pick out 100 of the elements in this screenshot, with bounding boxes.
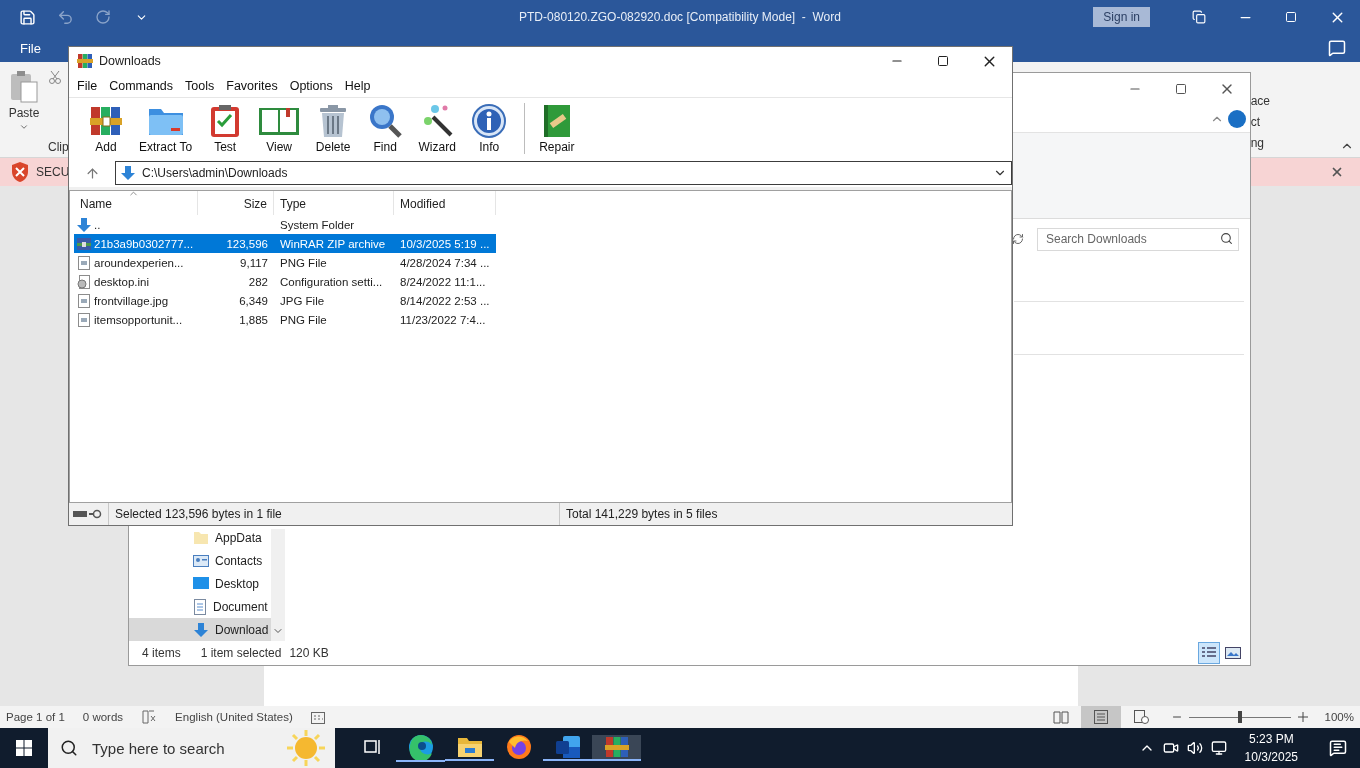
file-type: PNG File <box>279 255 328 271</box>
scrollbar[interactable] <box>271 529 285 641</box>
path-field[interactable]: C:\Users\admin\Downloads <box>115 161 1012 185</box>
nav-item[interactable]: AppData <box>129 526 271 549</box>
file-modified: 11/23/2022 7:4... <box>399 312 487 328</box>
document-icon <box>193 598 207 615</box>
nav-item[interactable]: Desktop <box>129 572 271 595</box>
security-warning-label: SECU <box>36 165 70 179</box>
magnifier-icon <box>367 103 404 139</box>
ribbon-label: ng <box>1250 136 1266 150</box>
file-type: PNG File <box>279 312 328 328</box>
proofing-icon <box>141 710 158 724</box>
file-modified: 8/24/2022 11:1... <box>399 274 487 290</box>
file-type: JPG File <box>279 293 326 309</box>
windows-logo-icon <box>16 740 32 756</box>
file-modified: 10/3/2025 5:19 ... <box>394 234 496 253</box>
volume-icon[interactable] <box>1186 740 1203 756</box>
contact-card-icon <box>193 554 209 567</box>
file-icon <box>76 311 92 328</box>
file-size: 123,596 <box>198 234 274 253</box>
details-view-icon <box>1201 646 1217 660</box>
file-name[interactable]: 21b3a9b0302777... <box>74 234 198 253</box>
file-size: 6,349 <box>238 293 269 309</box>
taskbar-app[interactable] <box>396 734 445 762</box>
menu-item[interactable]: Commands <box>103 77 180 95</box>
toolbar-button[interactable]: Extract To <box>133 103 199 154</box>
open-book-icon <box>1052 710 1069 724</box>
file-name[interactable]: itemsopportunit... <box>74 310 198 329</box>
ribbon-label: ct <box>1250 115 1261 129</box>
nav-item[interactable]: Document <box>129 595 271 618</box>
clipboard-icon <box>9 70 39 104</box>
trash-icon <box>318 103 349 139</box>
file-modified: 4/28/2024 7:34 ... <box>399 255 491 271</box>
slider-thumb[interactable] <box>1237 711 1242 723</box>
file-name[interactable]: frontvillage.jpg <box>74 291 198 310</box>
file-name[interactable]: aroundexperien... <box>74 253 198 272</box>
large-icons-view-icon <box>1225 647 1241 659</box>
word-count: 0 words <box>82 711 124 723</box>
file-name[interactable]: .. <box>74 215 198 234</box>
toolbar-button[interactable]: Test <box>200 103 251 154</box>
menu-item[interactable]: Favorites <box>220 77 284 95</box>
view-button[interactable] <box>1080 706 1121 728</box>
view-button[interactable] <box>1198 642 1220 664</box>
caret-icon <box>19 122 29 132</box>
scissors-icon <box>48 70 62 84</box>
folder-icon <box>193 530 209 545</box>
archive-icon <box>76 235 92 252</box>
sign-in-button[interactable]: Sign in <box>1093 7 1150 27</box>
file-icon <box>76 292 92 309</box>
word-icon <box>554 735 581 759</box>
menu-item[interactable]: File <box>71 77 104 95</box>
download-icon <box>193 621 209 638</box>
toolbar-button[interactable]: Add <box>81 103 131 154</box>
file-size: 282 <box>247 274 269 290</box>
zoom-in-icon[interactable] <box>1296 711 1309 723</box>
item-count: 4 items <box>142 646 181 660</box>
page-count: Page 1 of 1 <box>6 711 65 723</box>
language-label[interactable]: English (United States) <box>175 711 293 723</box>
menu-item[interactable]: Help <box>338 77 377 95</box>
toolbar-button[interactable]: Delete <box>308 103 359 154</box>
macro-icon <box>310 710 325 724</box>
menu-item[interactable]: Options <box>283 77 339 95</box>
web-page-icon <box>1132 710 1149 724</box>
group-label: Clip <box>48 140 69 154</box>
paste-label[interactable]: Paste <box>8 106 40 120</box>
search-icon <box>60 739 78 757</box>
file-type: Configuration setti... <box>279 274 384 290</box>
books-icon <box>77 53 93 69</box>
window-title: Downloads <box>99 54 161 68</box>
search-field[interactable]: Search Downloads <box>1037 227 1239 251</box>
books-icon <box>603 735 630 759</box>
clock[interactable]: 5:23 PM 10/3/2025 <box>1234 730 1308 766</box>
taskbar-search[interactable]: Type here to search <box>48 728 335 768</box>
toolbar-button[interactable]: Repair <box>524 103 581 154</box>
toolbar-button[interactable]: Find <box>360 103 411 154</box>
taskbar-app[interactable] <box>543 735 592 761</box>
file-size: 1,885 <box>238 312 269 328</box>
nav-item[interactable]: Download <box>129 618 271 641</box>
toolbar-button[interactable]: Info <box>464 103 515 154</box>
menu-item[interactable]: Tools <box>179 77 221 95</box>
taskbar-app[interactable] <box>445 735 494 761</box>
status-text: Selected 123,596 bytes in 1 file <box>115 507 282 521</box>
edge-icon <box>407 734 434 760</box>
file-type: System Folder <box>279 217 356 233</box>
selection-size: 120 KB <box>289 646 329 660</box>
nav-item[interactable]: Contacts <box>129 549 271 572</box>
search-icon <box>1220 231 1233 245</box>
network-icon[interactable] <box>1210 740 1227 756</box>
file-icon <box>76 254 92 271</box>
toolbar-button[interactable]: Wizard <box>412 103 463 154</box>
file-name[interactable]: desktop.ini <box>74 272 198 291</box>
file-type: WinRAR ZIP archive <box>274 234 394 253</box>
camera-icon[interactable] <box>1162 740 1179 756</box>
toolbar-button[interactable]: View <box>252 103 307 154</box>
file-size: 9,117 <box>239 255 269 271</box>
zoom-percentage[interactable]: 100% <box>1324 711 1354 723</box>
firefox-icon <box>505 734 532 760</box>
ribbon-tab[interactable]: File <box>10 35 51 61</box>
task-view-icon <box>361 737 382 757</box>
arrow-down-icon <box>120 165 136 181</box>
